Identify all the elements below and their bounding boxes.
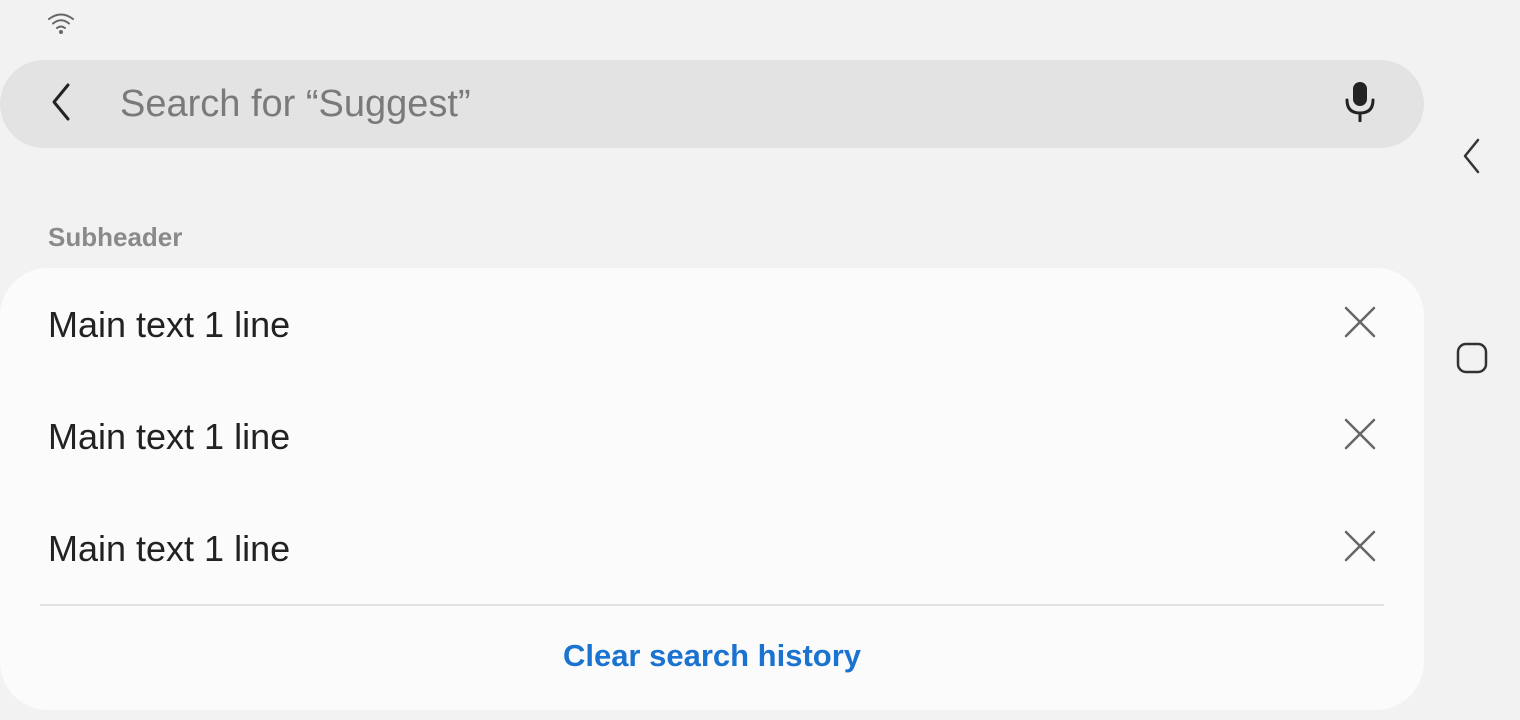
home-square-icon	[1455, 341, 1489, 380]
divider	[40, 604, 1384, 606]
search-screen: Subheader Main text 1 line Main text 1 l…	[0, 0, 1520, 720]
history-item-label: Main text 1 line	[48, 304, 291, 345]
history-item[interactable]: Main text 1 line	[0, 492, 1424, 604]
nav-back-button[interactable]	[1454, 136, 1490, 180]
remove-history-item-button[interactable]	[1336, 412, 1384, 460]
close-icon	[1344, 306, 1376, 343]
chevron-left-icon	[48, 82, 76, 127]
remove-history-item-button[interactable]	[1336, 524, 1384, 572]
remove-history-item-button[interactable]	[1336, 300, 1384, 348]
history-item[interactable]: Main text 1 line	[0, 268, 1424, 380]
history-item-label: Main text 1 line	[48, 416, 291, 457]
close-icon	[1344, 418, 1376, 455]
microphone-icon	[1344, 81, 1376, 127]
back-button[interactable]	[40, 82, 84, 127]
chevron-left-icon	[1460, 137, 1484, 180]
clear-search-history-button[interactable]: Clear search history	[0, 638, 1424, 678]
subheader: Subheader	[48, 222, 183, 252]
voice-search-button[interactable]	[1336, 80, 1384, 128]
close-icon	[1344, 530, 1376, 567]
search-history-card: Main text 1 line Main text 1 line Main t…	[0, 268, 1424, 710]
search-bar	[0, 60, 1424, 148]
status-bar	[46, 10, 76, 36]
history-item-label: Main text 1 line	[48, 528, 291, 569]
search-input[interactable]	[120, 80, 1300, 128]
history-item[interactable]: Main text 1 line	[0, 380, 1424, 492]
nav-home-button[interactable]	[1454, 340, 1490, 380]
wifi-icon	[46, 13, 76, 40]
